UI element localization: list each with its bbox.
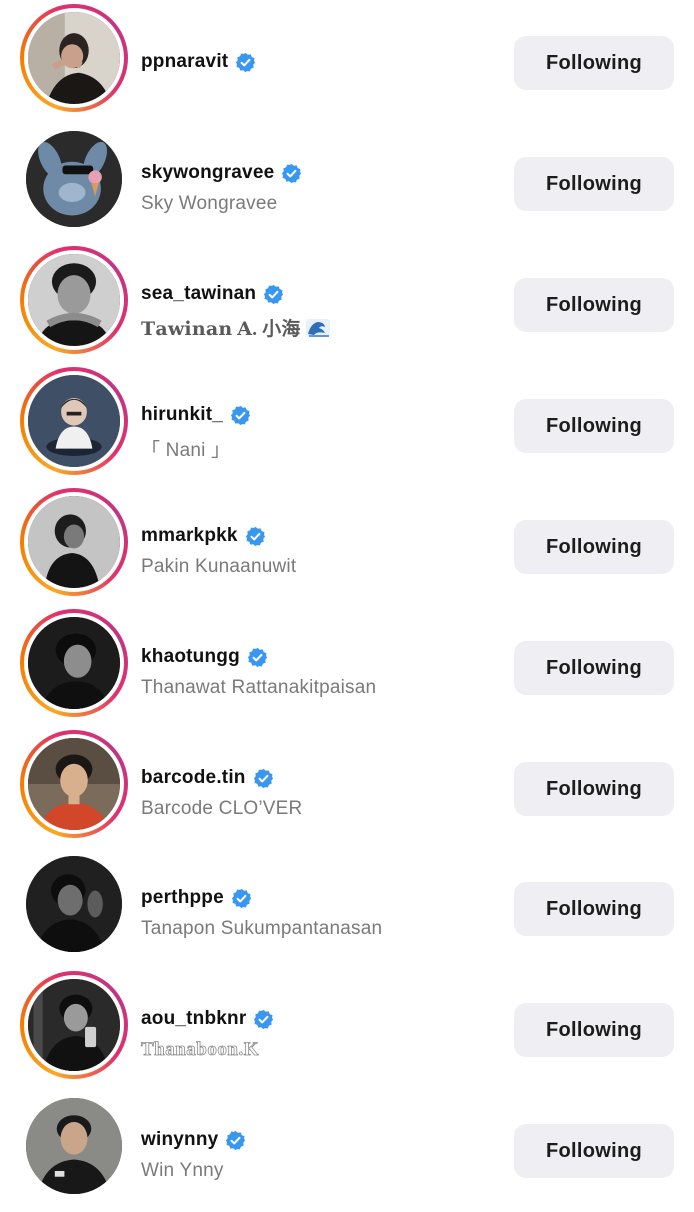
full-name: Barcode CLO’VER [141, 798, 303, 819]
username[interactable]: ppnaravit [141, 51, 228, 73]
full-name: Thanawat Rattanakitpaisan [141, 677, 377, 698]
following-button[interactable]: Following [514, 399, 674, 453]
full-name: Thanaboon.K [141, 1039, 259, 1061]
avatar[interactable] [20, 125, 128, 233]
avatar[interactable] [20, 609, 128, 717]
avatar[interactable] [20, 246, 128, 354]
avatar[interactable] [20, 488, 128, 596]
wave-emoji-icon [305, 319, 330, 337]
list-item[interactable]: sea_tawinan 𝐓𝐚𝐰𝐢𝐧𝐚𝐧 𝐀. 小海 Following [0, 246, 694, 366]
verified-badge-icon [253, 768, 273, 788]
full-name: 𝐓𝐚𝐰𝐢𝐧𝐚𝐧 𝐀. 小海 [141, 314, 331, 341]
following-button[interactable]: Following [514, 520, 674, 574]
username[interactable]: hirunkit_ [141, 404, 223, 426]
following-button[interactable]: Following [514, 36, 674, 90]
full-name: Tanapon Sukumpantanasan [141, 918, 383, 939]
avatar[interactable] [20, 730, 128, 838]
verified-badge-icon [245, 526, 265, 546]
avatar[interactable] [20, 1092, 128, 1200]
avatar[interactable] [20, 971, 128, 1079]
username[interactable]: khaotungg [141, 646, 240, 668]
full-name: Win Ynny [141, 1160, 224, 1181]
username[interactable]: mmarkpkk [141, 525, 238, 547]
list-item[interactable]: perthppe Tanapon Sukumpantanasan Followi… [0, 850, 694, 970]
list-item[interactable]: barcode.tin Barcode CLO’VER Following [0, 730, 694, 850]
avatar[interactable] [20, 367, 128, 475]
verified-badge-icon [282, 163, 302, 183]
avatar[interactable] [20, 4, 128, 112]
username[interactable]: skywongravee [141, 162, 274, 184]
list-item[interactable]: winynny Win Ynny Following [0, 1092, 694, 1212]
username[interactable]: sea_tawinan [141, 283, 256, 305]
list-item[interactable]: aou_tnbknr Thanaboon.K Following [0, 971, 694, 1091]
following-button[interactable]: Following [514, 157, 674, 211]
following-button[interactable]: Following [514, 641, 674, 695]
verified-badge-icon [230, 405, 251, 425]
list-item[interactable]: hirunkit_ 「 Nani 」 Following [0, 367, 694, 487]
verified-badge-icon [247, 647, 268, 667]
verified-badge-icon [226, 1130, 246, 1150]
following-button[interactable]: Following [514, 882, 674, 936]
avatar[interactable] [20, 850, 128, 958]
list-item[interactable]: ppnaravit Following [0, 4, 694, 124]
verified-badge-icon [236, 52, 256, 72]
username[interactable]: perthppe [141, 887, 224, 909]
following-button[interactable]: Following [514, 762, 674, 816]
username[interactable]: aou_tnbknr [141, 1008, 246, 1030]
username[interactable]: winynny [141, 1129, 218, 1151]
following-button[interactable]: Following [514, 1124, 674, 1178]
list-item[interactable]: khaotungg Thanawat Rattanakitpaisan Foll… [0, 609, 694, 729]
verified-badge-icon [254, 1009, 274, 1029]
following-button[interactable]: Following [514, 278, 674, 332]
list-item[interactable]: skywongravee Sky Wongravee Following [0, 125, 694, 245]
following-button[interactable]: Following [514, 1003, 674, 1057]
verified-badge-icon [231, 888, 252, 908]
following-list: ppnaravit Following skywongravee Sky Won… [0, 0, 694, 1200]
verified-badge-icon [264, 284, 284, 304]
full-name: Sky Wongravee [141, 193, 278, 214]
username[interactable]: barcode.tin [141, 767, 246, 789]
list-item[interactable]: mmarkpkk Pakin Kunaanuwit Following [0, 488, 694, 608]
full-name: 「 Nani 」 [141, 440, 231, 461]
full-name: Pakin Kunaanuwit [141, 556, 297, 577]
